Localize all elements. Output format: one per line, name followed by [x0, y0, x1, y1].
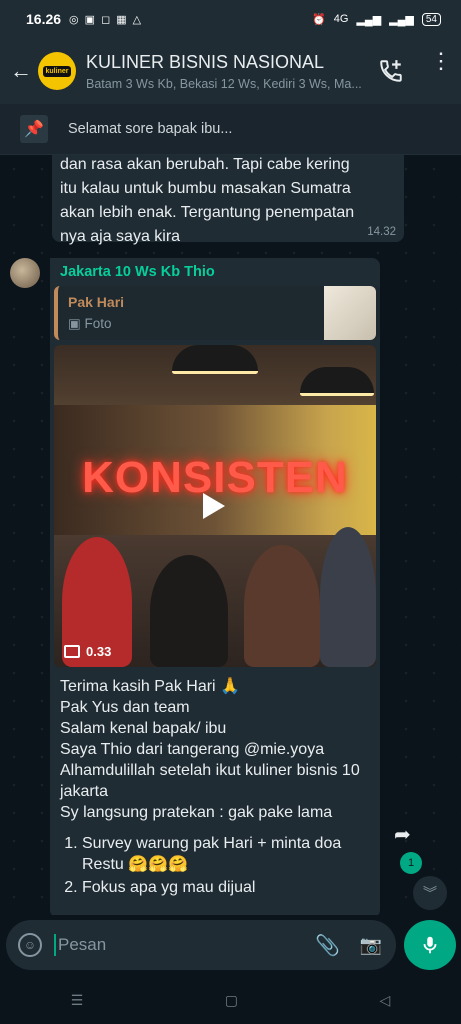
- home-icon[interactable]: ▢: [225, 992, 238, 1009]
- mic-icon: [423, 936, 437, 954]
- message-line: Terima kasih Pak Hari 🙏: [60, 678, 240, 695]
- mic-button[interactable]: [404, 920, 456, 970]
- video-duration: 0.33: [64, 644, 111, 659]
- message-line: Pak Yus dan team: [60, 699, 190, 716]
- status-time: 16.26: [26, 11, 62, 27]
- quoted-type: ▣ Foto: [68, 316, 112, 332]
- pin-icon: 📌: [20, 115, 48, 143]
- message-line: Sy langsung pratekan : gak pake lama: [60, 804, 333, 821]
- message-list: Survey warung pak Hari + minta doa Restu…: [60, 833, 370, 898]
- video-attachment[interactable]: KONSISTEN 0.33: [54, 345, 376, 667]
- double-chevron-down-icon: ︾: [423, 885, 437, 901]
- camera-icon[interactable]: 📷: [360, 935, 382, 956]
- message-line: Salam kenal bapak/ ibu: [60, 720, 227, 737]
- battery-icon: 54: [421, 12, 441, 26]
- video-person: [150, 555, 228, 667]
- chat-header: ← kuliner KULINER BISNIS NASIONAL Batam …: [0, 38, 461, 104]
- message-input-bar: ☺ Pesan 📎 📷: [6, 920, 396, 970]
- video-lamp: [172, 345, 258, 374]
- video-person: [244, 545, 320, 667]
- sender-avatar[interactable]: [10, 258, 40, 288]
- video-duration-label: 0.33: [86, 644, 112, 659]
- chat-area[interactable]: dan rasa akan berubah. Tapi cabe kering …: [0, 155, 461, 915]
- video-person: [320, 527, 376, 667]
- group-members: Batam 3 Ws Kb, Bekasi 12 Ws, Kediri 3 Ws…: [86, 76, 362, 91]
- pinned-message-bar[interactable]: 📌 Selamat sore bapak ibu...: [0, 104, 461, 155]
- quoted-thumbnail: [324, 286, 376, 340]
- emoji-icon[interactable]: ☺: [18, 933, 42, 957]
- back-icon[interactable]: ◁: [379, 992, 390, 1009]
- scroll-down-button[interactable]: ︾: [413, 876, 447, 910]
- photo-icon: ▣: [68, 316, 81, 331]
- signal-icon: ▂▄▆: [356, 13, 382, 26]
- chat-title-area[interactable]: KULINER BISNIS NASIONAL Batam 3 Ws Kb, B…: [86, 52, 376, 91]
- pinned-text: Selamat sore bapak ibu...: [68, 121, 233, 137]
- attach-icon[interactable]: 📎: [315, 933, 340, 958]
- signal-icon-2: ▂▄▆: [389, 13, 414, 26]
- message-line: Alhamdulillah setelah ikut kuliner bisni…: [60, 762, 360, 800]
- bell-icon: △: [132, 13, 142, 26]
- quoted-sender: Pak Hari: [68, 294, 125, 310]
- message-text: dan rasa akan berubah. Tapi cabe kering …: [60, 156, 355, 245]
- list-item: Survey warung pak Hari + minta doa Restu…: [82, 833, 370, 875]
- message-text: Terima kasih Pak Hari 🙏 Pak Yus dan team…: [60, 676, 370, 900]
- messenger-icon: ◎: [69, 13, 79, 26]
- back-arrow-icon[interactable]: ←: [6, 58, 36, 84]
- avatar-logo-text: kuliner: [42, 65, 72, 77]
- quoted-message[interactable]: Pak Hari ▣ Foto: [54, 286, 380, 340]
- message-time: 14.32: [367, 226, 396, 238]
- play-icon[interactable]: [203, 493, 225, 519]
- message-bubble[interactable]: dan rasa akan berubah. Tapi cabe kering …: [52, 155, 404, 245]
- message-line: Saya Thio dari tangerang @mie.yoya: [60, 741, 325, 758]
- unread-badge: 1: [400, 852, 422, 874]
- instagram-icon: ◻: [101, 13, 111, 26]
- quoted-type-label: Foto: [84, 316, 112, 331]
- alarm-icon: ⏰: [312, 13, 326, 26]
- system-icons: ⏰ 4G ▂▄▆ ▂▄▆ 54: [312, 12, 441, 26]
- video-lamp: [300, 367, 374, 396]
- video-camera-icon: [64, 645, 80, 658]
- group-avatar[interactable]: kuliner: [38, 52, 76, 90]
- message-bubble[interactable]: Jakarta 10 Ws Kb Thio Pak Hari ▣ Foto KO…: [50, 258, 380, 915]
- recents-icon[interactable]: ☰: [71, 992, 84, 1009]
- message-input[interactable]: Pesan: [54, 934, 106, 956]
- system-nav-bar: ☰ ▢ ◁: [0, 976, 461, 1024]
- forward-icon[interactable]: ➦: [394, 822, 411, 847]
- network-label: 4G: [333, 13, 349, 25]
- app-icon: ▦: [116, 13, 127, 26]
- notification-icons: ◎ ▣ ◻ ▦ △: [69, 13, 141, 26]
- add-call-icon[interactable]: [378, 58, 404, 84]
- more-options-icon[interactable]: ⋮: [430, 50, 452, 72]
- group-title: KULINER BISNIS NASIONAL: [86, 51, 325, 72]
- sender-name[interactable]: Jakarta 10 Ws Kb Thio: [60, 264, 215, 280]
- game-icon: ▣: [84, 13, 96, 26]
- status-bar: 16.26 ◎ ▣ ◻ ▦ △ ⏰ 4G ▂▄▆ ▂▄▆ 54: [0, 0, 461, 38]
- list-item: Fokus apa yg mau dijual: [82, 877, 370, 898]
